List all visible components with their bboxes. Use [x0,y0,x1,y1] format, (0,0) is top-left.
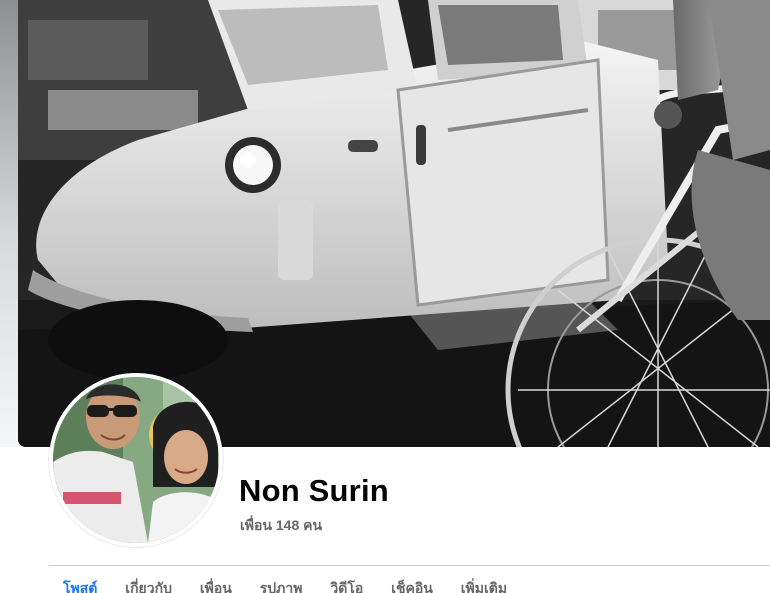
avatar-photo [53,377,219,543]
background-fade [0,0,18,448]
profile-avatar[interactable] [49,373,223,547]
tab-about[interactable]: เกี่ยวกับ [125,578,172,593]
avatar-image [53,377,219,543]
tab-posts[interactable]: โพสต์ [63,578,97,593]
profile-tabs: โพสต์ เกี่ยวกับ เพื่อน รูปภาพ วิดีโอ เช็… [63,578,763,593]
tab-checkins[interactable]: เช็คอิน [391,578,433,593]
header-divider [49,565,770,566]
tab-friends[interactable]: เพื่อน [200,578,232,593]
profile-name: Non Surin [239,473,389,508]
tab-videos[interactable]: วิดีโอ [330,578,363,593]
tab-photos[interactable]: รูปภาพ [260,578,303,593]
profile-page: Non Surin เพื่อน 148 คน โพสต์ เกี่ยวกับ … [0,0,770,593]
friends-count-link[interactable]: เพื่อน 148 คน [240,515,322,537]
tab-more[interactable]: เพิ่มเติม [461,578,507,593]
